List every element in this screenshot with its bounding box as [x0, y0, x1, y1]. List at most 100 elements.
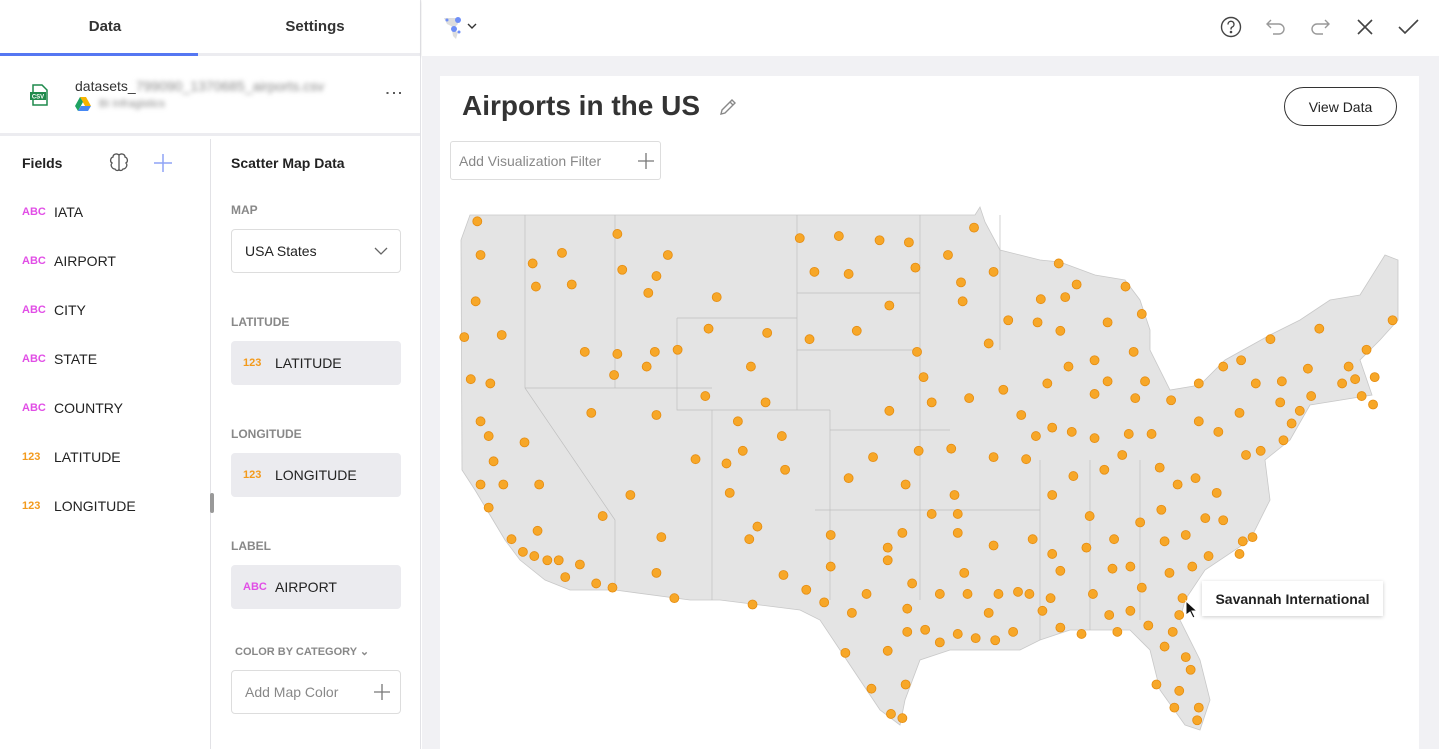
airport-point[interactable]	[886, 709, 896, 719]
airport-point[interactable]	[1236, 355, 1247, 366]
airport-point[interactable]	[1356, 391, 1367, 401]
airport-point[interactable]	[721, 458, 732, 469]
airport-point[interactable]	[617, 264, 628, 275]
airport-point[interactable]	[1174, 685, 1185, 696]
airport-point[interactable]	[527, 258, 538, 269]
airport-point[interactable]	[643, 287, 654, 298]
airport-point[interactable]	[780, 464, 791, 475]
airport-point[interactable]	[988, 266, 999, 277]
airport-point[interactable]	[801, 584, 812, 595]
airport-point[interactable]	[884, 300, 895, 311]
airport-point[interactable]	[882, 542, 893, 553]
airport-point[interactable]	[553, 555, 564, 566]
airport-point[interactable]	[1136, 582, 1147, 593]
airport-point[interactable]	[868, 452, 878, 463]
airport-point[interactable]	[651, 567, 662, 578]
airport-point[interactable]	[542, 555, 553, 566]
airport-point[interactable]	[952, 629, 963, 639]
airport-point[interactable]	[1164, 567, 1175, 578]
airport-point[interactable]	[1027, 534, 1038, 545]
airport-point[interactable]	[1185, 664, 1196, 675]
airport-point[interactable]	[1218, 515, 1229, 526]
airport-point[interactable]	[700, 391, 711, 401]
edit-pencil-icon[interactable]	[718, 97, 738, 117]
airport-point[interactable]	[760, 397, 771, 408]
airport-point[interactable]	[1187, 561, 1198, 572]
airport-point[interactable]	[612, 349, 623, 359]
airport-point[interactable]	[746, 361, 756, 372]
airport-point[interactable]	[475, 250, 486, 260]
airport-point[interactable]	[825, 530, 836, 540]
airport-point[interactable]	[1055, 622, 1066, 633]
airport-point[interactable]	[897, 713, 908, 724]
airport-point[interactable]	[747, 599, 758, 610]
redo-icon[interactable]	[1309, 16, 1331, 38]
undo-icon[interactable]	[1265, 16, 1287, 38]
airport-point[interactable]	[1211, 487, 1222, 498]
longitude-field-pill[interactable]: 123 LONGITUDE	[231, 453, 401, 497]
airport-point[interactable]	[1306, 391, 1317, 401]
airport-point[interactable]	[1109, 534, 1119, 545]
airport-point[interactable]	[1003, 315, 1014, 326]
airport-point[interactable]	[843, 473, 854, 484]
airport-point[interactable]	[459, 332, 470, 343]
airport-point[interactable]	[1387, 315, 1398, 326]
tab-data[interactable]: Data	[0, 0, 210, 53]
airport-point[interactable]	[884, 405, 895, 416]
field-item-country[interactable]: ABC COUNTRY	[0, 383, 210, 432]
tab-settings[interactable]: Settings	[210, 0, 420, 53]
airport-point[interactable]	[560, 572, 571, 583]
airport-point[interactable]	[651, 410, 662, 420]
airport-point[interactable]	[910, 262, 921, 273]
airport-point[interactable]	[990, 635, 1001, 646]
airport-point[interactable]	[998, 384, 1009, 395]
airport-point[interactable]	[496, 330, 507, 340]
airport-point[interactable]	[607, 582, 618, 593]
airport-point[interactable]	[825, 561, 836, 572]
airport-point[interactable]	[993, 589, 1004, 599]
airport-point[interactable]	[465, 374, 476, 385]
airport-point[interactable]	[1190, 473, 1201, 484]
airport-point[interactable]	[1276, 376, 1287, 387]
airport-point[interactable]	[1174, 610, 1185, 620]
airport-point[interactable]	[1140, 376, 1150, 387]
airport-point[interactable]	[1032, 317, 1043, 328]
airport-point[interactable]	[1237, 536, 1248, 547]
field-item-airport[interactable]: ABC AIRPORT	[0, 236, 210, 285]
airport-point[interactable]	[1180, 652, 1191, 663]
airport-point[interactable]	[1303, 363, 1313, 374]
airport-point[interactable]	[952, 527, 963, 538]
airport-point[interactable]	[902, 626, 913, 637]
airport-point[interactable]	[1241, 450, 1251, 460]
airport-point[interactable]	[1135, 517, 1146, 528]
airport-point[interactable]	[591, 578, 602, 589]
airport-point[interactable]	[649, 346, 660, 357]
airport-point[interactable]	[843, 269, 854, 279]
airport-point[interactable]	[1203, 551, 1214, 561]
airport-point[interactable]	[1286, 418, 1297, 429]
airport-point[interactable]	[498, 479, 509, 490]
airport-point[interactable]	[529, 551, 540, 561]
airport-point[interactable]	[1125, 605, 1136, 616]
airport-point[interactable]	[1102, 376, 1113, 387]
airport-point[interactable]	[956, 277, 966, 288]
airport-point[interactable]	[969, 222, 979, 233]
airport-point[interactable]	[912, 346, 922, 357]
field-item-longitude[interactable]: 123 LONGITUDE	[0, 481, 210, 530]
airport-point[interactable]	[934, 637, 945, 648]
airport-point[interactable]	[1275, 397, 1286, 408]
airport-point[interactable]	[1104, 610, 1115, 620]
airport-point[interactable]	[1060, 292, 1071, 303]
airport-point[interactable]	[1167, 626, 1178, 637]
airport-point[interactable]	[1024, 589, 1035, 599]
dataset-header[interactable]: CSV datasets_799090_1370685_airports.csv…	[0, 56, 420, 136]
airport-point[interactable]	[1130, 393, 1141, 404]
label-field-pill[interactable]: ABC AIRPORT	[231, 565, 401, 609]
field-item-city[interactable]: ABC CITY	[0, 285, 210, 334]
us-scatter-map[interactable]	[440, 190, 1419, 745]
airport-point[interactable]	[534, 479, 545, 490]
add-field-icon[interactable]	[153, 153, 173, 173]
airport-point[interactable]	[983, 607, 994, 618]
airport-point[interactable]	[531, 281, 541, 292]
airport-point[interactable]	[1071, 279, 1082, 290]
